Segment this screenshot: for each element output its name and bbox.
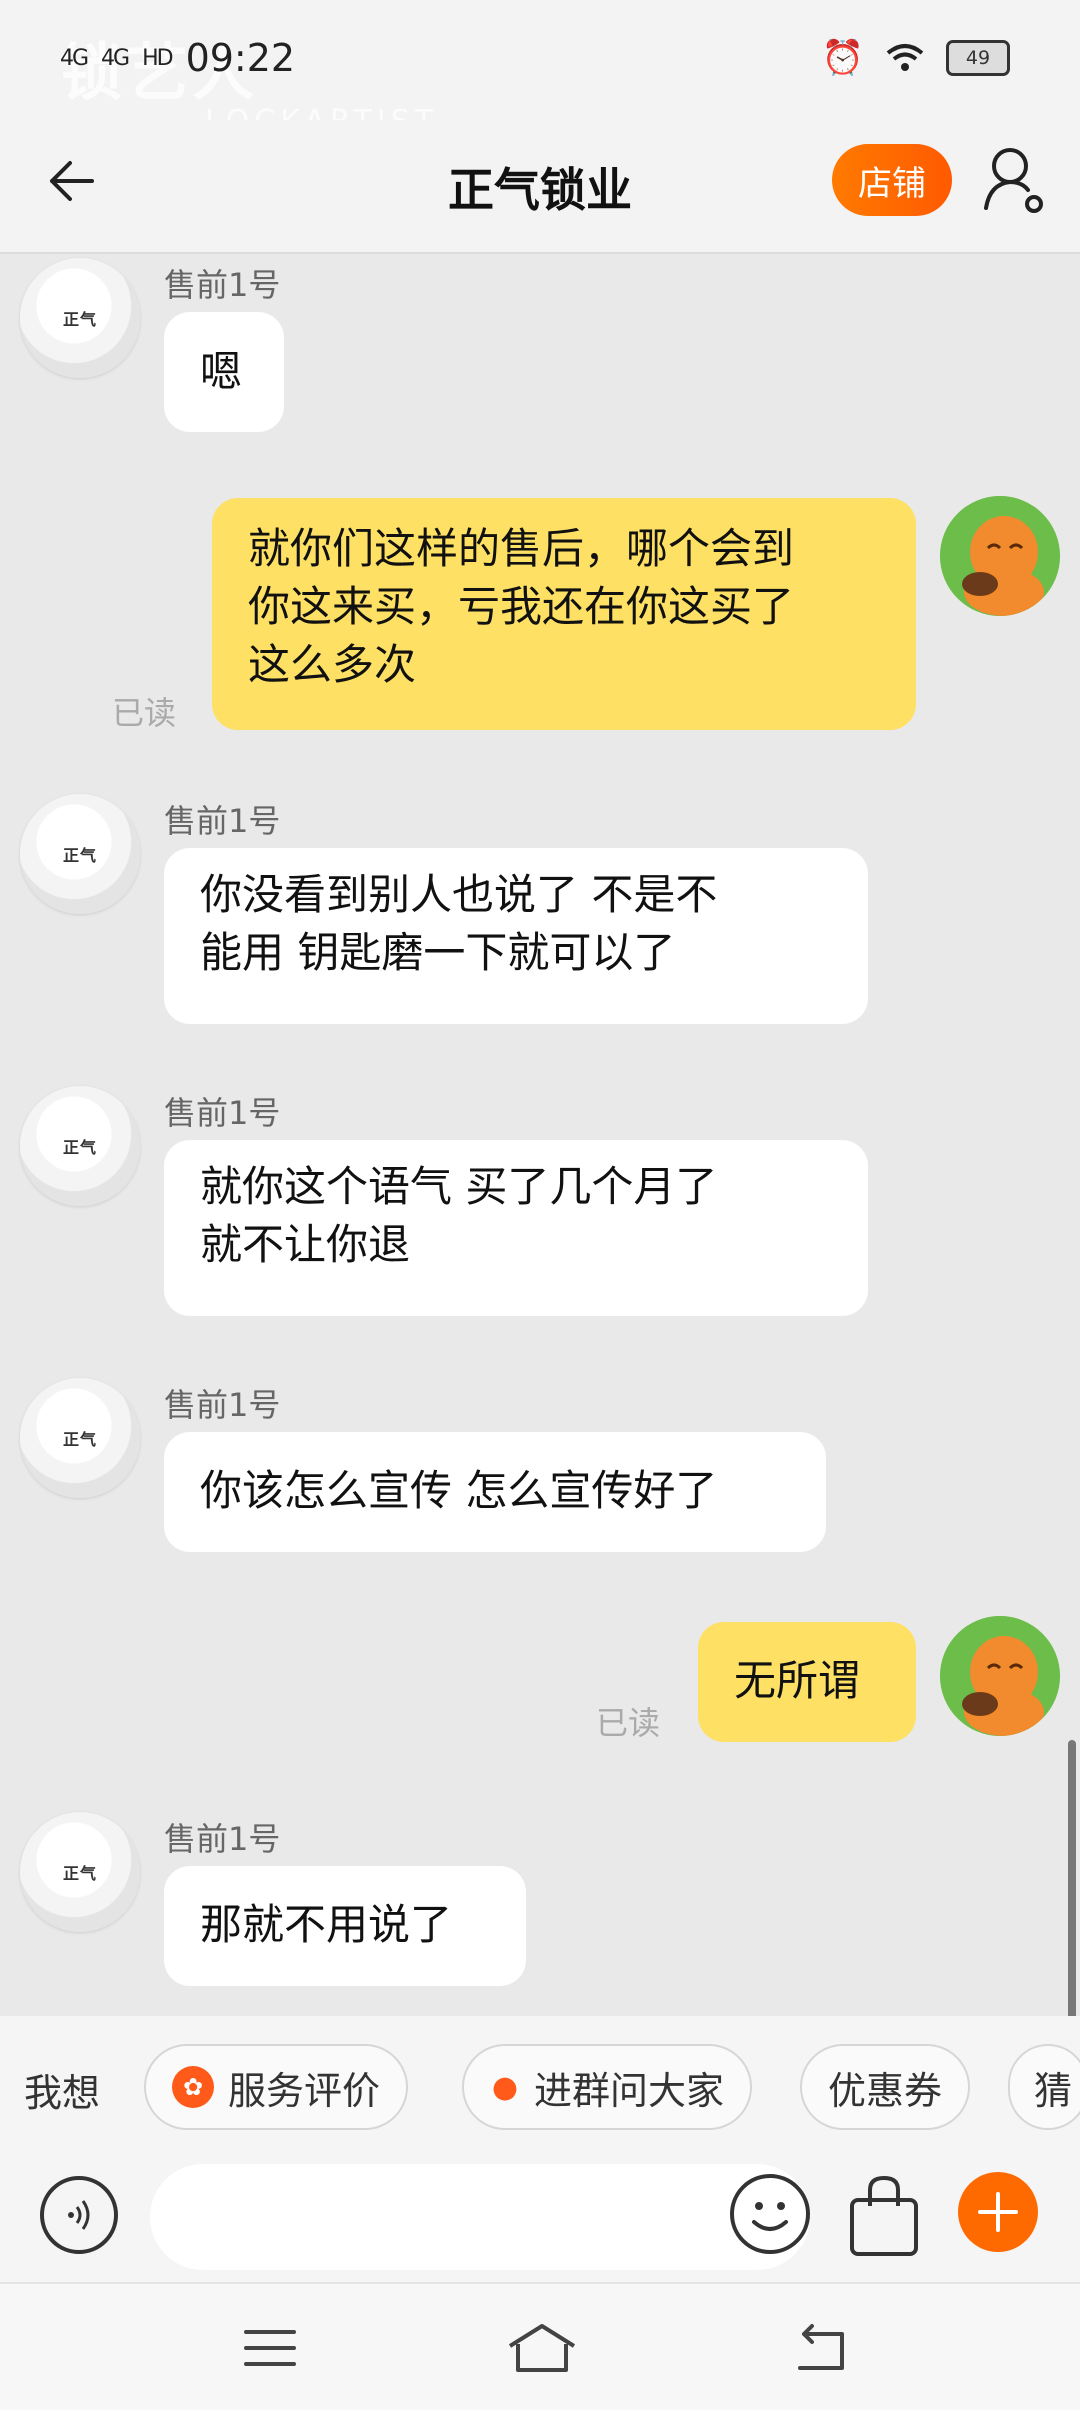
message-bubble-mine[interactable]: 无所谓 — [698, 1622, 916, 1742]
chip-label: 进群问大家 — [534, 2068, 725, 2113]
chip-coupon[interactable]: 优惠券 — [800, 2044, 971, 2130]
message-bubble[interactable]: 那就不用说了 — [164, 1866, 526, 1986]
chip-label: 服务评价 — [228, 2068, 381, 2113]
message-bubble-mine[interactable]: 就你们这样的售后，哪个会到 你这来买，亏我还在你这买了 这么多次 — [212, 498, 916, 730]
sender-name: 售前1号 — [164, 1094, 281, 1132]
shop-logo-icon: 正气 — [62, 1430, 97, 1449]
message-line: 你这来买，亏我还在你这买了 — [248, 582, 795, 631]
shop-avatar[interactable]: 正气 — [20, 1378, 140, 1498]
shop-avatar[interactable]: 正气 — [20, 1812, 140, 1932]
shop-logo-icon: 正气 — [62, 846, 97, 865]
my-avatar[interactable] — [940, 496, 1060, 616]
plus-button[interactable] — [958, 2172, 1038, 2252]
return-icon[interactable] — [790, 2320, 854, 2376]
want-label: 我想 — [24, 2071, 101, 2115]
shop-logo-icon: 正气 — [62, 1138, 97, 1157]
message-line: 你没看到别人也说了 不是不 — [200, 870, 718, 919]
voice-button[interactable] — [40, 2176, 118, 2254]
chat-header: 正气锁业 店铺 — [0, 120, 1080, 254]
shop-logo-icon: 正气 — [62, 310, 97, 329]
voice-icon — [68, 2200, 90, 2230]
sender-name: 售前1号 — [164, 1386, 281, 1424]
flower-icon: ✿ — [172, 2066, 214, 2108]
message-line: 就不让你退 — [200, 1220, 411, 1269]
alarm-icon: ⏰ — [821, 38, 864, 78]
chip-join-group[interactable]: ● 进群问大家 — [462, 2044, 753, 2130]
chat-list[interactable]: 正气 售前1号 嗯 就你们这样的售后，哪个会到 你这来买，亏我还在你这买了 这么… — [0, 254, 1080, 2014]
message-line: 就你这个语气 买了几个月了 — [200, 1162, 718, 1211]
message-line: 这么多次 — [248, 640, 417, 689]
emoji-icon — [752, 2202, 788, 2231]
scrollbar[interactable] — [1068, 1740, 1076, 2020]
signal-icon: 4G — [101, 45, 130, 71]
my-avatar[interactable] — [940, 1616, 1060, 1736]
sender-name: 售前1号 — [164, 266, 281, 304]
sender-name: 售前1号 — [164, 1820, 281, 1858]
clock: 09:22 — [185, 36, 296, 80]
message-input[interactable] — [150, 2164, 810, 2270]
battery-icon: 49 — [946, 40, 1010, 76]
message-bubble[interactable]: 嗯 — [164, 312, 284, 432]
message-bubble[interactable]: 你没看到别人也说了 不是不 能用 钥匙磨一下就可以了 — [164, 848, 868, 1024]
home-icon[interactable] — [506, 2320, 578, 2376]
shopping-bag-icon[interactable] — [846, 2172, 922, 2258]
read-status: 已读 — [112, 694, 177, 732]
message-bubble[interactable]: 就你这个语气 买了几个月了 就不让你退 — [164, 1140, 868, 1316]
shop-logo-icon: 正气 — [62, 1864, 97, 1883]
chip-service-review[interactable]: ✿ 服务评价 — [144, 2044, 409, 2130]
people-icon: ● — [491, 2069, 519, 2105]
menu-icon[interactable] — [238, 2320, 302, 2376]
network-type: 4G — [60, 45, 89, 71]
wifi-icon — [886, 44, 924, 71]
status-right: ⏰ 49 — [822, 38, 1010, 78]
chip-label: 猜 — [1034, 2068, 1073, 2113]
read-status: 已读 — [596, 1704, 661, 1742]
mascot-icon — [940, 1616, 1060, 1736]
shortcut-row: 我想 ✿ 服务评价 ● 进群问大家 优惠券 猜 — [0, 2016, 1080, 2162]
message-bubble[interactable]: 你该怎么宣传 怎么宣传好了 — [164, 1432, 826, 1552]
message-line: 就你们这样的售后，哪个会到 — [248, 524, 795, 573]
status-left: 4G 4G HD 09:22 — [60, 36, 295, 80]
system-nav-bar — [0, 2282, 1080, 2410]
sender-name: 售前1号 — [164, 802, 281, 840]
chip-guess[interactable]: 猜 — [1008, 2044, 1080, 2130]
shop-avatar[interactable]: 正气 — [20, 794, 140, 914]
status-bar: 锁艺人 LOCKARTIST 4G 4G HD 09:22 ⏰ 49 — [0, 0, 1080, 139]
hd-badge: HD — [142, 45, 174, 71]
shop-avatar[interactable]: 正气 — [20, 1086, 140, 1206]
mascot-icon — [940, 496, 1060, 616]
shop-button[interactable]: 店铺 — [832, 144, 952, 216]
emoji-button[interactable] — [730, 2174, 810, 2254]
message-line: 能用 钥匙磨一下就可以了 — [200, 928, 676, 977]
plus-icon — [978, 2192, 1018, 2232]
chip-label: 优惠券 — [828, 2068, 943, 2113]
user-settings-icon[interactable] — [982, 142, 1046, 218]
input-bar — [0, 2162, 1080, 2282]
shop-avatar[interactable]: 正气 — [20, 258, 140, 378]
